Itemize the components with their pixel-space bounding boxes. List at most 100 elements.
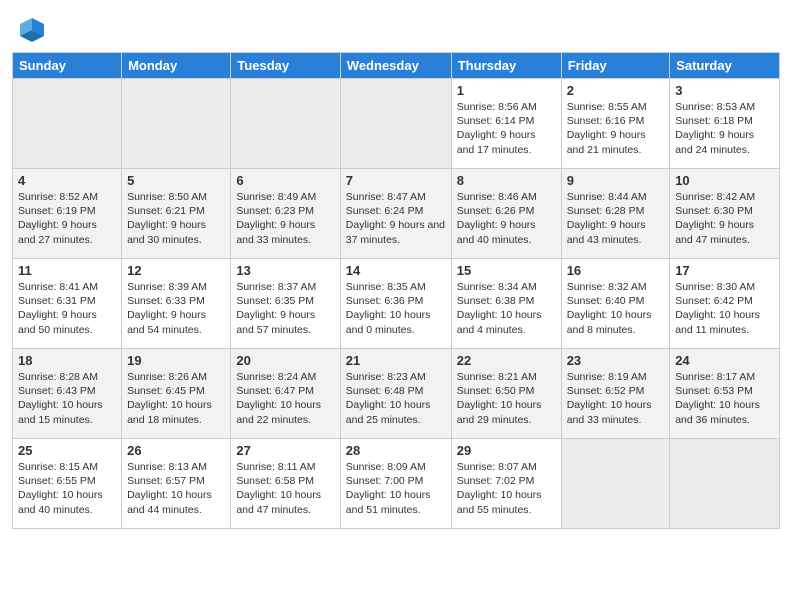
day-number: 9: [567, 173, 665, 188]
day-info: Sunrise: 8:42 AM Sunset: 6:30 PM Dayligh…: [675, 190, 774, 247]
day-cell: 24 Sunrise: 8:17 AM Sunset: 6:53 PM Dayli…: [670, 349, 780, 439]
day-number: 16: [567, 263, 665, 278]
day-number: 10: [675, 173, 774, 188]
day-number: 13: [236, 263, 334, 278]
day-info: Sunrise: 8:52 AM Sunset: 6:19 PM Dayligh…: [18, 190, 116, 247]
day-info: Sunrise: 8:53 AM Sunset: 6:18 PM Dayligh…: [675, 100, 774, 157]
col-header-wednesday: Wednesday: [340, 53, 451, 79]
header: [12, 10, 780, 46]
day-cell: 17 Sunrise: 8:30 AM Sunset: 6:42 PM Dayli…: [670, 259, 780, 349]
col-header-saturday: Saturday: [670, 53, 780, 79]
day-number: 14: [346, 263, 446, 278]
day-number: 12: [127, 263, 225, 278]
day-info: Sunrise: 8:26 AM Sunset: 6:45 PM Dayligh…: [127, 370, 225, 427]
day-info: Sunrise: 8:55 AM Sunset: 6:16 PM Dayligh…: [567, 100, 665, 157]
day-info: Sunrise: 8:35 AM Sunset: 6:36 PM Dayligh…: [346, 280, 446, 337]
day-cell: [122, 79, 231, 169]
day-cell: 28 Sunrise: 8:09 AM Sunset: 7:00 PM Dayli…: [340, 439, 451, 529]
day-cell: [13, 79, 122, 169]
col-header-friday: Friday: [561, 53, 670, 79]
day-cell: 2 Sunrise: 8:55 AM Sunset: 6:16 PM Daylig…: [561, 79, 670, 169]
day-cell: [340, 79, 451, 169]
day-info: Sunrise: 8:28 AM Sunset: 6:43 PM Dayligh…: [18, 370, 116, 427]
col-header-sunday: Sunday: [13, 53, 122, 79]
day-cell: 1Sunrise: 8:56 AM Sunset: 6:14 PM Daylig…: [451, 79, 561, 169]
day-cell: 12 Sunrise: 8:39 AM Sunset: 6:33 PM Dayli…: [122, 259, 231, 349]
day-info: Sunrise: 8:23 AM Sunset: 6:48 PM Dayligh…: [346, 370, 446, 427]
week-row-3: 11 Sunrise: 8:41 AM Sunset: 6:31 PM Dayli…: [13, 259, 780, 349]
day-info: Sunrise: 8:24 AM Sunset: 6:47 PM Dayligh…: [236, 370, 334, 427]
day-info: Sunrise: 8:41 AM Sunset: 6:31 PM Dayligh…: [18, 280, 116, 337]
day-number: 28: [346, 443, 446, 458]
day-cell: 20 Sunrise: 8:24 AM Sunset: 6:47 PM Dayli…: [231, 349, 340, 439]
day-number: 20: [236, 353, 334, 368]
day-cell: 9 Sunrise: 8:44 AM Sunset: 6:28 PM Daylig…: [561, 169, 670, 259]
day-cell: 14 Sunrise: 8:35 AM Sunset: 6:36 PM Dayli…: [340, 259, 451, 349]
day-cell: 8Sunrise: 8:46 AM Sunset: 6:26 PM Daylig…: [451, 169, 561, 259]
week-row-5: 25 Sunrise: 8:15 AM Sunset: 6:55 PM Dayli…: [13, 439, 780, 529]
day-number: 24: [675, 353, 774, 368]
day-info: Sunrise: 8:32 AM Sunset: 6:40 PM Dayligh…: [567, 280, 665, 337]
day-number: 15: [457, 263, 556, 278]
day-number: 17: [675, 263, 774, 278]
day-number: 1: [457, 83, 556, 98]
day-number: 29: [457, 443, 556, 458]
day-number: 6: [236, 173, 334, 188]
day-number: 2: [567, 83, 665, 98]
day-info: Sunrise: 8:44 AM Sunset: 6:28 PM Dayligh…: [567, 190, 665, 247]
day-cell: 22Sunrise: 8:21 AM Sunset: 6:50 PM Dayli…: [451, 349, 561, 439]
day-info: Sunrise: 8:49 AM Sunset: 6:23 PM Dayligh…: [236, 190, 334, 247]
day-cell: 26Sunrise: 8:13 AM Sunset: 6:57 PM Dayli…: [122, 439, 231, 529]
day-cell: 23Sunrise: 8:19 AM Sunset: 6:52 PM Dayli…: [561, 349, 670, 439]
day-number: 25: [18, 443, 116, 458]
day-cell: 27Sunrise: 8:11 AM Sunset: 6:58 PM Dayli…: [231, 439, 340, 529]
day-cell: 10 Sunrise: 8:42 AM Sunset: 6:30 PM Dayli…: [670, 169, 780, 259]
col-header-tuesday: Tuesday: [231, 53, 340, 79]
day-cell: [670, 439, 780, 529]
day-cell: [561, 439, 670, 529]
day-info: Sunrise: 8:13 AM Sunset: 6:57 PM Dayligh…: [127, 460, 225, 517]
calendar-table: SundayMondayTuesdayWednesdayThursdayFrid…: [12, 52, 780, 529]
day-info: Sunrise: 8:37 AM Sunset: 6:35 PM Dayligh…: [236, 280, 334, 337]
day-cell: 18Sunrise: 8:28 AM Sunset: 6:43 PM Dayli…: [13, 349, 122, 439]
day-cell: 7 Sunrise: 8:47 AM Sunset: 6:24 PM Daylig…: [340, 169, 451, 259]
day-info: Sunrise: 8:15 AM Sunset: 6:55 PM Dayligh…: [18, 460, 116, 517]
header-row: SundayMondayTuesdayWednesdayThursdayFrid…: [13, 53, 780, 79]
week-row-1: 1Sunrise: 8:56 AM Sunset: 6:14 PM Daylig…: [13, 79, 780, 169]
day-number: 3: [675, 83, 774, 98]
day-info: Sunrise: 8:07 AM Sunset: 7:02 PM Dayligh…: [457, 460, 556, 517]
day-info: Sunrise: 8:19 AM Sunset: 6:52 PM Dayligh…: [567, 370, 665, 427]
day-cell: 25 Sunrise: 8:15 AM Sunset: 6:55 PM Dayli…: [13, 439, 122, 529]
day-info: Sunrise: 8:09 AM Sunset: 7:00 PM Dayligh…: [346, 460, 446, 517]
day-cell: 3 Sunrise: 8:53 AM Sunset: 6:18 PM Daylig…: [670, 79, 780, 169]
day-number: 27: [236, 443, 334, 458]
day-cell: 13 Sunrise: 8:37 AM Sunset: 6:35 PM Dayli…: [231, 259, 340, 349]
day-number: 19: [127, 353, 225, 368]
day-cell: 5Sunrise: 8:50 AM Sunset: 6:21 PM Daylig…: [122, 169, 231, 259]
day-cell: 4 Sunrise: 8:52 AM Sunset: 6:19 PM Daylig…: [13, 169, 122, 259]
day-info: Sunrise: 8:30 AM Sunset: 6:42 PM Dayligh…: [675, 280, 774, 337]
day-cell: 29 Sunrise: 8:07 AM Sunset: 7:02 PM Dayli…: [451, 439, 561, 529]
day-cell: 15 Sunrise: 8:34 AM Sunset: 6:38 PM Dayli…: [451, 259, 561, 349]
day-number: 5: [127, 173, 225, 188]
day-info: Sunrise: 8:34 AM Sunset: 6:38 PM Dayligh…: [457, 280, 556, 337]
day-cell: 19 Sunrise: 8:26 AM Sunset: 6:45 PM Dayli…: [122, 349, 231, 439]
logo: [12, 14, 48, 46]
day-number: 4: [18, 173, 116, 188]
col-header-monday: Monday: [122, 53, 231, 79]
day-cell: 6 Sunrise: 8:49 AM Sunset: 6:23 PM Daylig…: [231, 169, 340, 259]
page: SundayMondayTuesdayWednesdayThursdayFrid…: [0, 0, 792, 539]
day-number: 21: [346, 353, 446, 368]
day-number: 7: [346, 173, 446, 188]
week-row-2: 4 Sunrise: 8:52 AM Sunset: 6:19 PM Daylig…: [13, 169, 780, 259]
col-header-thursday: Thursday: [451, 53, 561, 79]
day-info: Sunrise: 8:47 AM Sunset: 6:24 PM Dayligh…: [346, 190, 446, 247]
day-cell: 11 Sunrise: 8:41 AM Sunset: 6:31 PM Dayli…: [13, 259, 122, 349]
day-number: 8: [457, 173, 556, 188]
day-info: Sunrise: 8:17 AM Sunset: 6:53 PM Dayligh…: [675, 370, 774, 427]
day-number: 22: [457, 353, 556, 368]
day-cell: 21 Sunrise: 8:23 AM Sunset: 6:48 PM Dayli…: [340, 349, 451, 439]
day-cell: 16 Sunrise: 8:32 AM Sunset: 6:40 PM Dayli…: [561, 259, 670, 349]
day-info: Sunrise: 8:39 AM Sunset: 6:33 PM Dayligh…: [127, 280, 225, 337]
day-number: 11: [18, 263, 116, 278]
